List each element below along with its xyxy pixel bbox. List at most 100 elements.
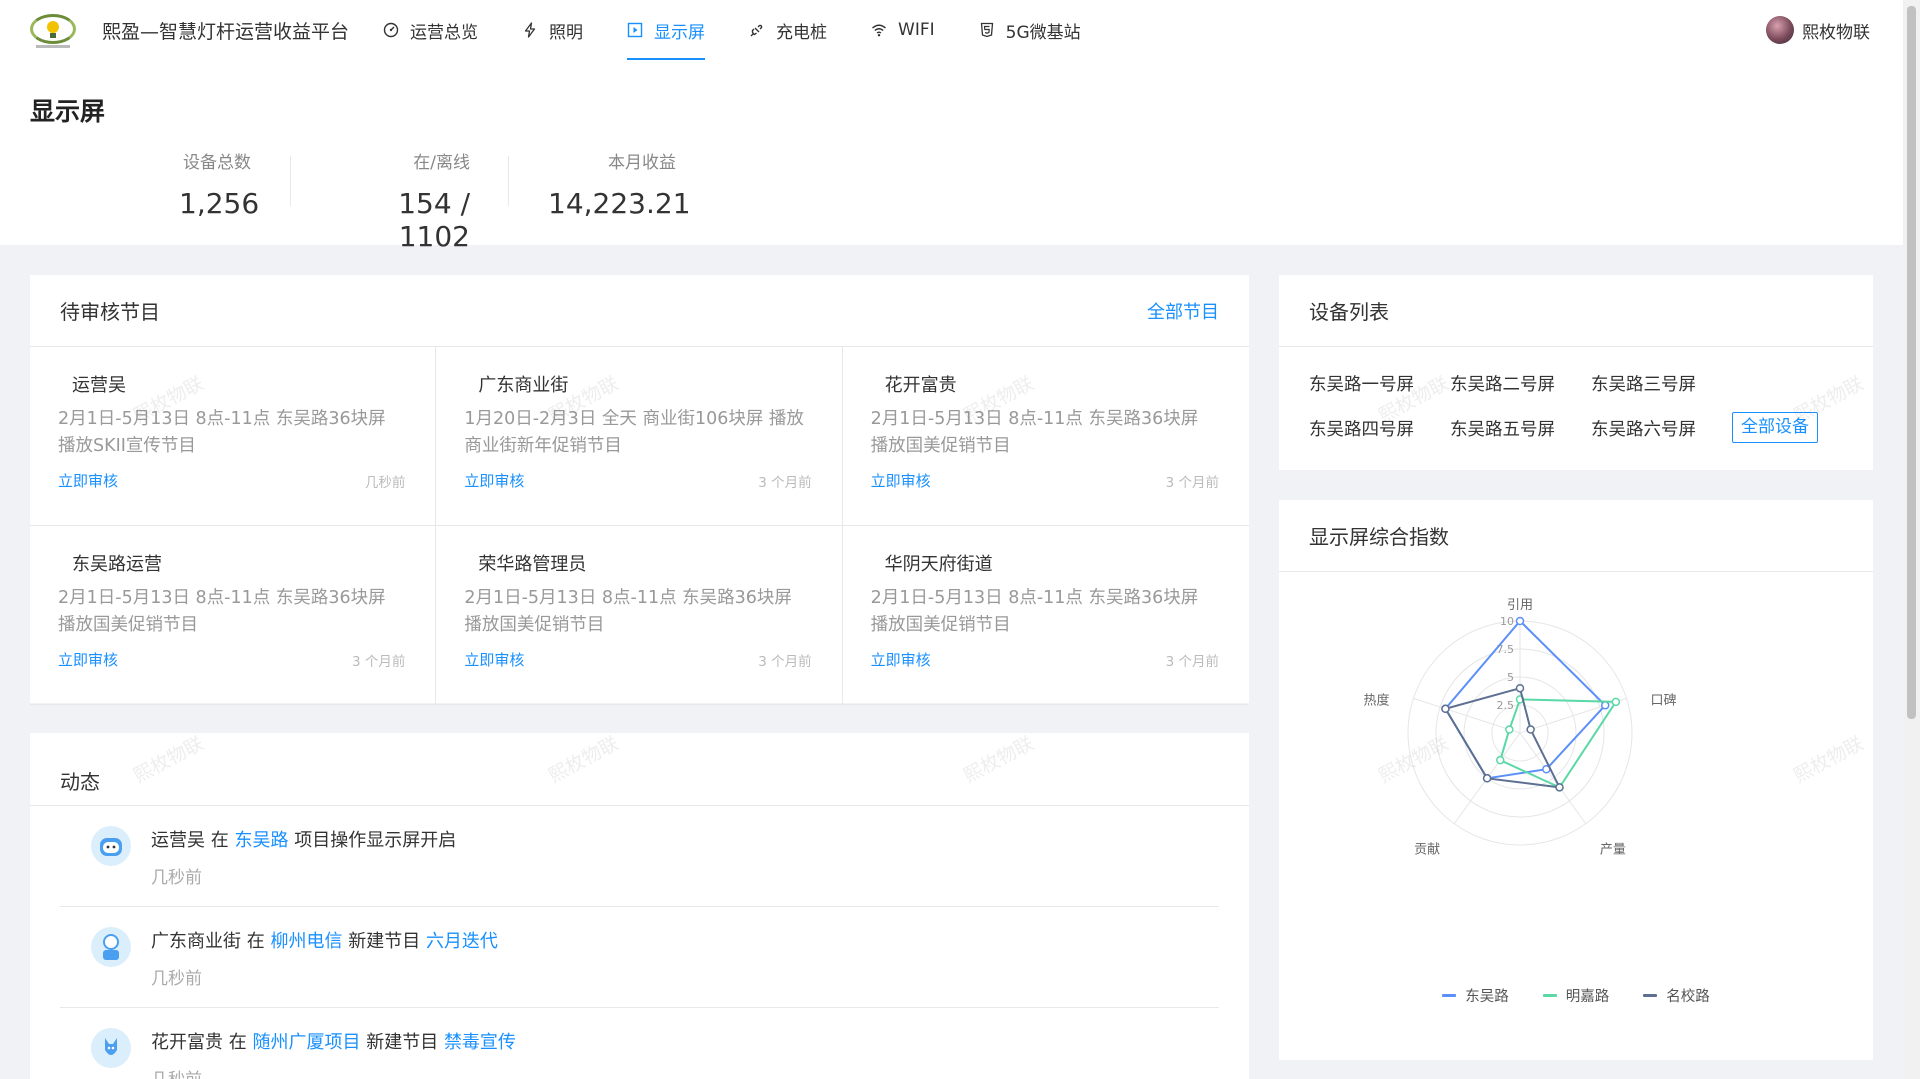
chart-legend: 东吴路 明嘉路 名校路 [1279,985,1873,1006]
program-footer: 立即审核 3 个月前 [464,470,811,491]
radar-indicator-label: 热度 [1363,692,1389,708]
activity-word: 在 [246,931,265,952]
legend-item[interactable]: 明嘉路 [1542,985,1610,1006]
radar-indicator-label: 引用 [1507,598,1533,613]
activity-action: 新建节目 [348,931,421,952]
program-owner: 东吴路运营 [72,554,162,575]
vertical-scrollbar[interactable] [1903,0,1920,1079]
review-now-link[interactable]: 立即审核 [464,470,524,491]
radar-indicator-label: 口碑 [1651,692,1677,708]
legend-label: 东吴路 [1465,989,1509,1005]
legend-item[interactable]: 东吴路 [1442,985,1509,1006]
program-owner: 荣华路管理员 [478,554,587,575]
pending-program-item: 东吴路运营 2月1日-5月13日 8点-11点 东吴路36块屏 播放国美促销节目立… [30,526,437,705]
activity-card: 动态 运营吴 在 东吴路 项目操作显示屏开启 几秒前 广东商业街 在 柳州电信 新… [30,733,1249,1079]
scrollbar-thumb[interactable] [1907,6,1916,719]
divider [290,156,291,206]
activity-item: 运营吴 在 东吴路 项目操作显示屏开启 几秒前 [60,806,1219,907]
avatar [91,927,131,967]
device-item[interactable]: 东吴路五号屏 [1450,416,1591,441]
lightning-icon [522,22,538,38]
device-item[interactable]: 东吴路四号屏 [1309,416,1450,441]
pending-grid: 运营吴 2月1日-5月13日 8点-11点 东吴路36块屏 播放SKII宣传节目立… [30,347,1249,705]
card-header: 动态 [30,733,1249,806]
review-now-link[interactable]: 立即审核 [58,470,118,491]
nav-item-2[interactable]: 显示屏 [605,0,727,60]
device-item[interactable]: 东吴路二号屏 [1450,371,1591,396]
activity-word: 在 [228,1032,247,1053]
radar-data-point[interactable] [1515,616,1525,626]
program-footer: 立即审核 3 个月前 [871,470,1219,491]
card-title: 设备列表 [1309,300,1389,324]
activity-extra-link[interactable]: 禁毒宣传 [444,1032,516,1053]
all-programs-link[interactable]: 全部节目 [1147,298,1219,324]
user-menu[interactable]: 熙枚物联 [1766,16,1870,44]
program-time: 3 个月前 [758,474,812,491]
nav-item-4[interactable]: WIFI [849,0,957,60]
radar-data-point[interactable] [1482,774,1492,783]
nav-item-5[interactable]: 5G微基站 [957,0,1103,60]
nav-item-label: 5G微基站 [1005,22,1081,43]
play-square-icon [627,22,643,38]
activity-text: 广东商业街 在 柳州电信 新建节目 六月迭代 [151,907,1219,953]
radar-data-point[interactable] [1555,783,1564,792]
program-footer: 立即审核 3 个月前 [58,649,405,670]
device-item[interactable]: 东吴路六号屏 [1591,416,1732,441]
program-owner: 花开富贵 [884,375,957,396]
device-item[interactable]: 东吴路三号屏 [1591,371,1732,396]
device-list-card: 设备列表 东吴路一号屏 东吴路二号屏 东吴路三号屏东吴路四号屏 东吴路五号屏 东吴路六号… [1279,275,1873,470]
review-now-link[interactable]: 立即审核 [871,649,931,670]
activity-extra-link[interactable]: 六月迭代 [426,931,498,952]
program-footer: 立即审核 几秒前 [58,470,405,491]
pending-programs-card: 待审核节目 全部节目 运营吴 2月1日-5月13日 8点-11点 东吴路36块屏 … [30,275,1249,705]
card-header: 显示屏综合指数 [1279,500,1873,572]
nav-item-0[interactable]: 运营总览 [361,0,500,60]
radar-data-point[interactable] [1441,704,1450,714]
app-logo[interactable] [22,12,84,48]
radar-data-point[interactable] [1505,725,1514,734]
review-now-link[interactable]: 立即审核 [464,649,524,670]
user-name[interactable]: 熙枚物联 [1802,18,1870,43]
device-item[interactable]: 东吴路一号屏 [1309,371,1450,396]
pending-program-item: 运营吴 2月1日-5月13日 8点-11点 东吴路36块屏 播放SKII宣传节目立… [30,347,437,526]
nav-item-3[interactable]: 充电桩 [727,0,849,60]
program-description: 2月1日-5月13日 8点-11点 东吴路36块屏 播放国美促销节目 [870,409,1199,456]
review-now-link[interactable]: 立即审核 [871,470,931,491]
activity-target-link[interactable]: 柳州电信 [270,931,342,952]
activity-time: 几秒前 [151,1065,1219,1079]
activity-user: 花开富贵 [151,1032,223,1053]
activity-user: 广东商业街 [151,931,241,952]
nav-item-1[interactable]: 照明 [500,0,605,60]
wifi-icon [871,22,887,38]
program-footer: 立即审核 3 个月前 [464,649,811,670]
legend-swatch [1442,994,1457,997]
radar-tick-label: 2.5 [1497,699,1515,712]
activity-item: 花开富贵 在 随州广厦项目 新建节目 禁毒宣传几秒前 [60,1008,1219,1079]
program-description: 2月1日-5月13日 8点-11点 东吴路36块屏 播放国美促销节目 [870,588,1199,635]
nav-item-label: 运营总览 [410,22,479,43]
plug-icon [749,22,765,38]
activity-target-link[interactable]: 东吴路 [234,830,288,851]
avatar [91,1028,131,1068]
radar-data-point[interactable] [1526,725,1535,734]
program-description: 1月20日-2月3日 全天 商业街106块屏 播放商业街新年促销节目 [464,409,804,456]
program-description: 2月1日-5月13日 8点-11点 东吴路36块屏 播放国美促销节目 [58,588,386,635]
legend-label: 明嘉路 [1565,989,1610,1005]
legend-item[interactable]: 名校路 [1643,985,1710,1006]
radar-data-point[interactable] [1611,697,1621,707]
radar-data-point[interactable] [1515,683,1525,693]
radar-axis [1519,697,1627,734]
program-owner: 运营吴 [72,375,126,396]
dashboard-icon [383,22,399,38]
program-footer: 立即审核 3 个月前 [871,649,1219,670]
all-devices-button[interactable]: 全部设备 [1732,412,1818,443]
radar-data-point[interactable] [1496,755,1505,765]
activity-target-link[interactable]: 随州广厦项目 [252,1032,360,1053]
avatar[interactable] [1766,16,1794,44]
activity-user: 运营吴 [151,830,205,851]
activity-item: 广东商业街 在 柳州电信 新建节目 六月迭代 几秒前 [60,907,1219,1008]
pending-program-item: 广东商业街 1月20日-2月3日 全天 商业街106块屏 播放商业街新年促销节目立… [436,347,843,526]
review-now-link[interactable]: 立即审核 [58,649,118,670]
radar-data-point[interactable] [1600,701,1610,710]
divider [508,156,509,206]
